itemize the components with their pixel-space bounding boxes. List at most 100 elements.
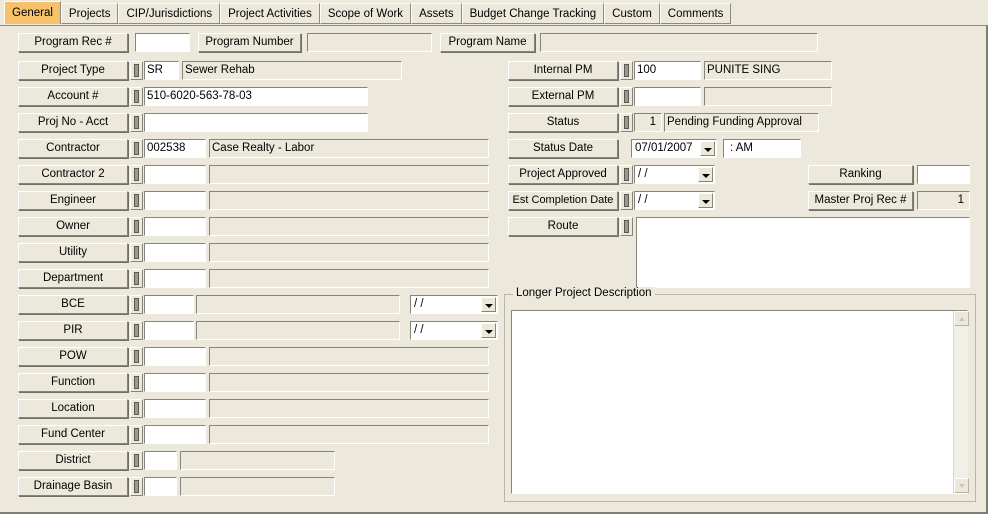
input-contractor-2-desc[interactable] (209, 165, 489, 184)
label-ranking[interactable]: Ranking (808, 165, 913, 184)
input-district-code[interactable] (144, 451, 177, 470)
lookup-icon-pow[interactable] (130, 347, 143, 366)
lookup-icon-project-type[interactable] (130, 61, 143, 80)
tab-custom[interactable]: Custom (604, 3, 660, 24)
lookup-icon-est-completion-date[interactable] (620, 191, 633, 210)
label-external-pm[interactable]: External PM (508, 87, 618, 106)
label-contractor[interactable]: Contractor (18, 139, 128, 158)
tab-assets[interactable]: Assets (411, 3, 462, 24)
input-drainage-basin-desc[interactable] (180, 477, 335, 496)
input-engineer-code[interactable] (144, 191, 206, 210)
input-utility-code[interactable] (144, 243, 206, 262)
label-department[interactable]: Department (18, 269, 128, 288)
label-proj-no-acct[interactable]: Proj No - Acct (18, 113, 128, 132)
lookup-icon-project-approved[interactable] (620, 165, 633, 184)
chevron-down-icon[interactable] (481, 323, 496, 338)
lookup-icon-department[interactable] (130, 269, 143, 288)
label-utility[interactable]: Utility (18, 243, 128, 262)
label-owner[interactable]: Owner (18, 217, 128, 236)
tab-comments[interactable]: Comments (659, 3, 732, 24)
label-route[interactable]: Route (508, 217, 618, 236)
date-est-completion[interactable]: / / (634, 191, 715, 210)
lookup-icon-district[interactable] (130, 451, 143, 470)
lookup-icon-status[interactable] (620, 113, 633, 132)
lookup-icon-fund-center[interactable] (130, 425, 143, 444)
input-status-desc[interactable]: Pending Funding Approval (664, 113, 819, 132)
input-ranking[interactable] (917, 165, 970, 184)
label-status[interactable]: Status (508, 113, 618, 132)
lookup-icon-bce[interactable] (130, 295, 143, 314)
tab-project-activities[interactable]: Project Activities (220, 3, 320, 24)
lookup-icon-contractor[interactable] (130, 139, 143, 158)
input-longer-project-description[interactable] (511, 310, 968, 494)
lookup-icon-proj-no-acct[interactable] (130, 113, 143, 132)
lookup-icon-route[interactable] (620, 217, 633, 236)
chevron-down-icon[interactable] (481, 297, 496, 312)
input-bce-code[interactable] (144, 295, 194, 314)
lookup-icon-pir[interactable] (130, 321, 143, 340)
lookup-icon-function[interactable] (130, 373, 143, 392)
input-project-type-code[interactable]: SR (144, 61, 179, 80)
label-project-type[interactable]: Project Type (18, 61, 128, 80)
tab-budget-change-tracking[interactable]: Budget Change Tracking (461, 3, 605, 24)
tab-projects[interactable]: Projects (60, 3, 119, 24)
label-function[interactable]: Function (18, 373, 128, 392)
input-owner-desc[interactable] (209, 217, 489, 236)
lookup-icon-owner[interactable] (130, 217, 143, 236)
input-function-desc[interactable] (209, 373, 489, 392)
input-location-code[interactable] (144, 399, 206, 418)
input-fund-center-code[interactable] (144, 425, 206, 444)
input-route[interactable] (636, 217, 970, 288)
input-function-code[interactable] (144, 373, 206, 392)
label-master-proj-rec[interactable]: Master Proj Rec # (808, 191, 913, 210)
chevron-down-icon[interactable] (698, 167, 713, 182)
lookup-icon-drainage-basin[interactable] (130, 477, 143, 496)
label-project-approved[interactable]: Project Approved (508, 165, 618, 184)
date-project-approved[interactable]: / / (634, 165, 715, 184)
input-external-pm-desc[interactable] (704, 87, 832, 106)
lookup-icon-location[interactable] (130, 399, 143, 418)
tab-scope-of-work[interactable]: Scope of Work (319, 3, 412, 24)
label-program-name[interactable]: Program Name (440, 33, 535, 52)
input-owner-code[interactable] (144, 217, 206, 236)
lookup-icon-internal-pm[interactable] (620, 61, 633, 80)
input-program-number[interactable] (307, 33, 432, 52)
input-pow-code[interactable] (144, 347, 206, 366)
label-program-rec[interactable]: Program Rec # (18, 33, 128, 52)
label-internal-pm[interactable]: Internal PM (508, 61, 618, 80)
input-internal-pm-desc[interactable]: PUNITE SING (704, 61, 832, 80)
input-program-rec[interactable] (135, 33, 190, 52)
input-pow-desc[interactable] (209, 347, 489, 366)
input-bce-desc[interactable] (196, 295, 400, 314)
label-fund-center[interactable]: Fund Center (18, 425, 128, 444)
input-project-type-desc[interactable]: Sewer Rehab (182, 61, 402, 80)
input-engineer-desc[interactable] (209, 191, 489, 210)
date-status[interactable]: 07/01/2007 (631, 139, 717, 158)
input-program-name[interactable] (540, 33, 818, 52)
input-internal-pm-code[interactable]: 100 (634, 61, 701, 80)
chevron-down-icon[interactable] (700, 141, 715, 156)
input-department-desc[interactable] (209, 269, 489, 288)
lookup-icon-external-pm[interactable] (620, 87, 633, 106)
input-utility-desc[interactable] (209, 243, 489, 262)
input-proj-no-acct[interactable] (144, 113, 368, 132)
date-bce[interactable]: / / (410, 295, 498, 314)
label-program-number[interactable]: Program Number (198, 33, 301, 52)
label-contractor-2[interactable]: Contractor 2 (18, 165, 128, 184)
input-location-desc[interactable] (209, 399, 489, 418)
scroll-up-icon[interactable] (954, 311, 969, 326)
tab-cip-jurisdictions[interactable]: CIP/Jurisdictions (118, 3, 221, 24)
input-pir-code[interactable] (144, 321, 194, 340)
label-account[interactable]: Account # (18, 87, 128, 106)
input-master-proj-rec[interactable]: 1 (917, 191, 970, 210)
label-district[interactable]: District (18, 451, 128, 470)
scroll-down-icon[interactable] (954, 478, 969, 493)
date-pir[interactable]: / / (410, 321, 498, 340)
lookup-icon-engineer[interactable] (130, 191, 143, 210)
label-est-completion-date[interactable]: Est Completion Date (508, 191, 618, 210)
lookup-icon-account[interactable] (130, 87, 143, 106)
scrollbar-longer-project-description[interactable] (953, 311, 969, 493)
input-status-code[interactable]: 1 (634, 113, 662, 132)
label-pow[interactable]: POW (18, 347, 128, 366)
input-contractor-desc[interactable]: Case Realty - Labor (209, 139, 489, 158)
